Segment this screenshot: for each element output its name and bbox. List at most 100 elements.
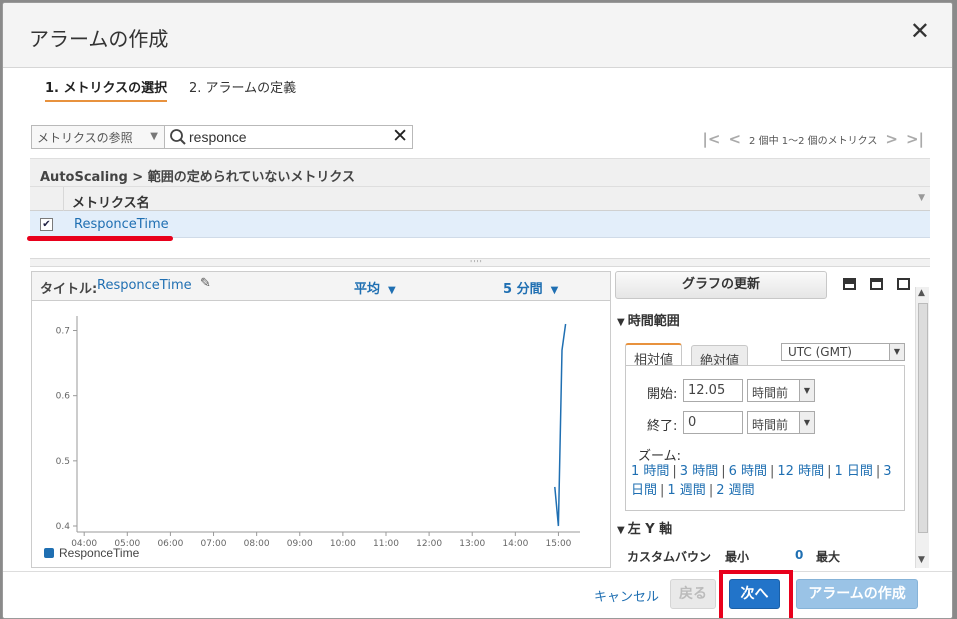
timezone-value: UTC (GMT) xyxy=(788,345,852,359)
pagination: |< < 2 個中 1～2 個のメトリクス > >| xyxy=(702,129,924,149)
response-time-chart: 0.40.50.60.704:00 05:00 06:00 07:00 08:00 09:… xyxy=(44,316,580,560)
y-tick-label: 0.5 xyxy=(56,457,70,467)
next-page-icon[interactable]: > xyxy=(885,130,898,148)
time-range-header[interactable]: ▼ 時間範囲 xyxy=(617,310,680,329)
collapse-triangle-icon: ▼ xyxy=(617,525,625,536)
zoom-option-link[interactable]: 1 日間 xyxy=(834,464,872,479)
zoom-separator: | xyxy=(875,464,881,479)
zoom-separator: | xyxy=(708,483,714,498)
step-define-alarm[interactable]: 2. アラームの定義 xyxy=(189,77,296,96)
cancel-link[interactable]: キャンセル xyxy=(594,586,659,605)
back-button[interactable]: 戻る xyxy=(670,579,716,609)
x-tick-label: 13:00 xyxy=(459,539,485,549)
zoom-separator: | xyxy=(672,464,677,479)
graph-header: タイトル: ResponceTime ✎ 平均 ▼ 5 分間 ▼ xyxy=(32,272,610,301)
sort-icon[interactable]: ▼ xyxy=(918,193,925,203)
breadcrumb: AutoScaling > 範囲の定められていないメトリクス xyxy=(30,158,930,186)
browse-metrics-dropdown[interactable]: メトリクスの参照 ▼ xyxy=(32,126,165,148)
clear-search-icon[interactable]: ✕ xyxy=(392,125,408,147)
statistic-dropdown[interactable]: 平均 ▼ xyxy=(354,278,396,297)
x-tick-label: 09:00 xyxy=(287,539,313,549)
period-dropdown[interactable]: 5 分間 ▼ xyxy=(503,278,558,297)
start-label: 開始: xyxy=(647,387,678,402)
scroll-thumb[interactable] xyxy=(918,303,928,533)
graph-panel: タイトル: ResponceTime ✎ 平均 ▼ 5 分間 ▼ 0.4 0.5 0.6… xyxy=(31,271,611,568)
grip-icon: '''' xyxy=(470,259,483,268)
timezone-select[interactable]: UTC (GMT) ▼ xyxy=(781,343,905,361)
zoom-option-link[interactable]: 1 週間 xyxy=(667,483,705,498)
zoom-option-link[interactable]: 1 時間 xyxy=(631,464,669,479)
edit-pencil-icon[interactable]: ✎ xyxy=(200,276,211,291)
zoom-separator: | xyxy=(827,464,832,479)
prev-page-icon[interactable]: < xyxy=(728,130,741,148)
start-unit-select[interactable]: 時間前 ▼ xyxy=(747,379,815,402)
end-unit-select[interactable]: 時間前 ▼ xyxy=(747,411,815,434)
x-tick-label: 12:00 xyxy=(416,539,442,549)
collapse-triangle-icon: ▼ xyxy=(617,317,625,328)
chevron-down-icon: ▼ xyxy=(799,380,814,401)
last-page-icon[interactable]: >| xyxy=(906,130,924,148)
column-header-metric-name[interactable]: メトリクス名 xyxy=(72,192,150,211)
panel-splitter[interactable]: '''' xyxy=(30,258,930,268)
next-button[interactable]: 次へ xyxy=(729,579,780,609)
min-value[interactable]: 0 xyxy=(795,548,803,562)
tab-relative[interactable]: 相対値 xyxy=(625,343,683,368)
layout-medium-icon[interactable] xyxy=(870,278,883,290)
x-tick-label: 07:00 xyxy=(201,539,227,549)
dialog-footer: キャンセル 戻る 次へ アラームの作成 xyxy=(3,570,952,618)
table-row[interactable]: ✔ ResponceTime xyxy=(30,211,930,238)
metric-search-toolbar: メトリクスの参照 ▼ ✕ xyxy=(31,125,413,149)
zoom-option-link[interactable]: 6 時間 xyxy=(729,464,767,479)
chevron-down-icon: ▼ xyxy=(889,344,904,360)
zoom-option-link[interactable]: 3 時間 xyxy=(680,464,718,479)
metric-name-link[interactable]: ResponceTime xyxy=(74,217,169,232)
y-tick-label: 0.6 xyxy=(56,392,71,402)
x-tick-label: 11:00 xyxy=(373,539,399,549)
chevron-down-icon: ▼ xyxy=(388,285,396,296)
zoom-separator: | xyxy=(721,464,726,479)
create-alarm-dialog: アラームの作成 ✕ 1. メトリクスの選択 2. アラームの定義 メトリクスの参… xyxy=(2,2,953,619)
start-input[interactable]: 12.05 xyxy=(683,379,743,402)
legend-swatch xyxy=(44,548,54,558)
x-tick-label: 06:00 xyxy=(157,539,183,549)
end-label: 終了: xyxy=(647,419,678,434)
scroll-down-icon[interactable]: ▼ xyxy=(918,555,925,565)
x-tick-label: 10:00 xyxy=(330,539,356,549)
min-label: 最小 xyxy=(725,550,750,564)
options-scrollbar[interactable]: ▲ ▼ xyxy=(915,287,929,568)
max-label: 最大 xyxy=(816,550,841,564)
chevron-down-icon: ▼ xyxy=(799,412,814,433)
graph-title-value: ResponceTime xyxy=(97,278,192,293)
end-input[interactable]: 0 xyxy=(683,411,743,434)
zoom-option-link[interactable]: 12 時間 xyxy=(777,464,824,479)
layout-large-icon[interactable] xyxy=(897,278,910,290)
zoom-options: 1 時間 | 3 時間 | 6 時間 | 12 時間 | 1 日間 | 3 日間 | 1 週間 | 2 週間 xyxy=(631,462,901,500)
y-tick-label: 0.7 xyxy=(56,327,70,337)
create-alarm-button[interactable]: アラームの作成 xyxy=(796,579,918,609)
x-tick-label: 15:00 xyxy=(545,539,571,549)
step-select-metric[interactable]: 1. メトリクスの選択 xyxy=(45,77,168,102)
chevron-down-icon: ▼ xyxy=(550,285,559,296)
dialog-header: アラームの作成 ✕ xyxy=(3,3,952,68)
zoom-separator: | xyxy=(770,464,775,479)
left-y-axis-header[interactable]: ▼ 左 Y 軸 xyxy=(617,518,672,537)
zoom-separator: | xyxy=(660,483,665,498)
pager-text: 2 個中 1～2 個のメトリクス xyxy=(749,135,878,147)
series-line-responcetime xyxy=(554,323,567,527)
close-icon[interactable]: ✕ xyxy=(910,19,930,43)
zoom-option-link[interactable]: 2 週間 xyxy=(716,483,754,498)
period-label: 5 分間 xyxy=(503,282,543,297)
layout-small-icon[interactable] xyxy=(843,278,856,290)
relative-time-box: 開始: 12.05 時間前 ▼ 終了: 0 時間前 ▼ ズーム: 1 時間 | 3 時間… xyxy=(625,365,905,511)
x-tick-label: 14:00 xyxy=(502,539,528,549)
highlight-underline xyxy=(27,236,173,241)
table-header: メトリクス名 ▼ xyxy=(30,186,930,212)
scroll-up-icon[interactable]: ▲ xyxy=(918,288,925,298)
y-tick-label: 0.4 xyxy=(56,522,71,532)
metrics-table: AutoScaling > 範囲の定められていないメトリクス メトリクス名 ▼ … xyxy=(30,158,930,238)
first-page-icon[interactable]: |< xyxy=(702,130,720,148)
search-input[interactable] xyxy=(189,128,384,146)
row-checkbox[interactable]: ✔ xyxy=(40,218,53,231)
update-graph-button[interactable]: グラフの更新 xyxy=(615,271,827,299)
search-icon xyxy=(170,129,186,145)
